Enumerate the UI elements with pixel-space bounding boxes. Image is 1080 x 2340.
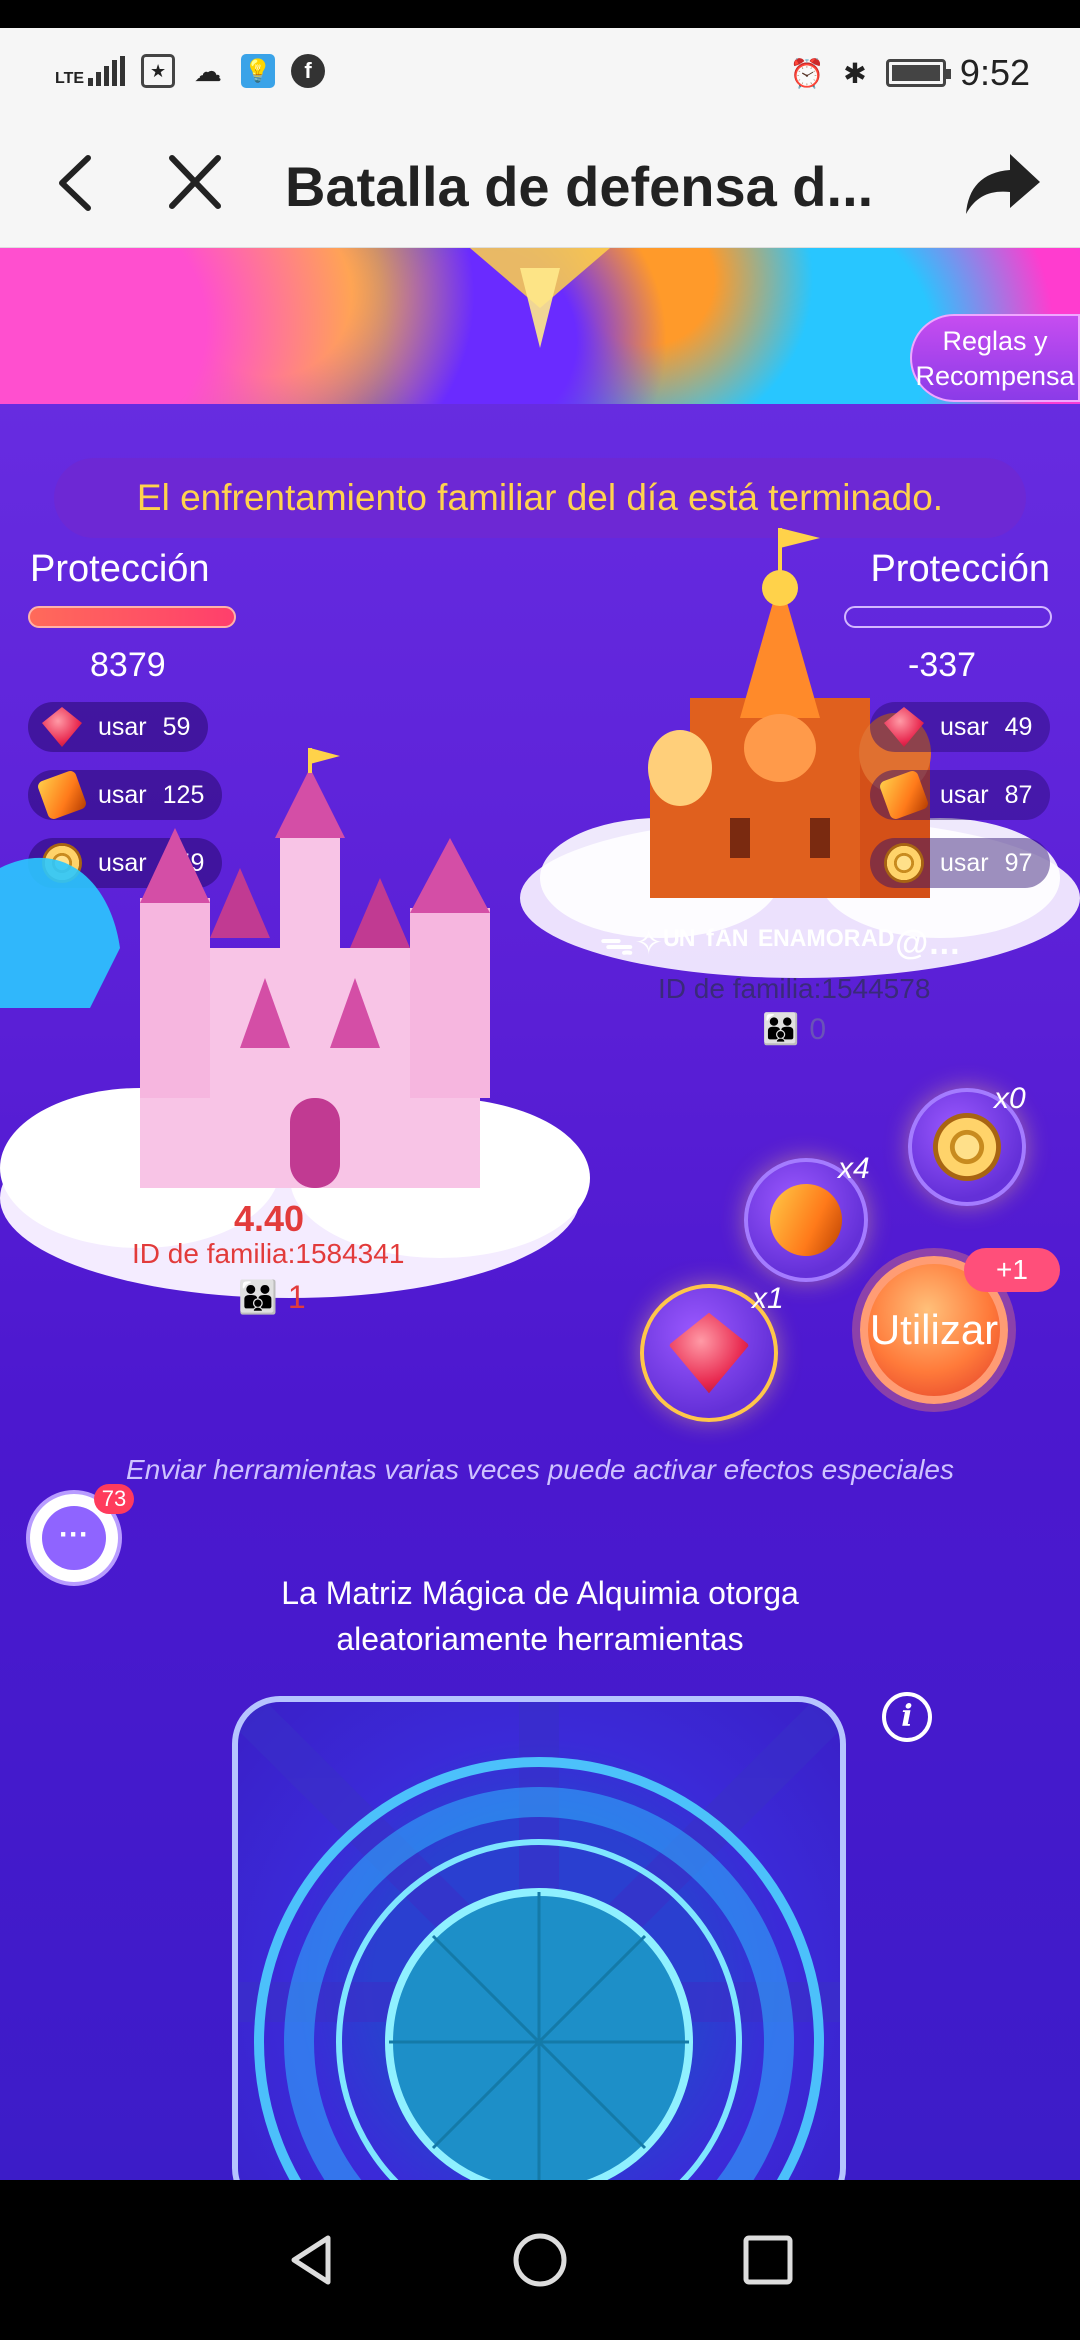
left-family-id: ID de familia:1584341 — [132, 1238, 405, 1269]
home-circle-icon[interactable] — [508, 2228, 572, 2292]
back-triangle-icon[interactable] — [280, 2228, 344, 2292]
right-family-name: ᯓ✧ᵁᴺ ᶠᴬᴺ ᴱᴺᴬᴹᴼᴿᴬᴰ@... — [600, 924, 961, 962]
left-tool-gem: usar 59 — [28, 702, 209, 752]
matrix-title: La Matriz Mágica de Alquimia otorga alea… — [0, 1570, 1080, 1662]
gem-count: x1 — [752, 1282, 784, 1315]
facebook-icon: f — [291, 54, 326, 88]
network-type-label: LTE — [55, 70, 85, 87]
rules-rewards-button[interactable]: Reglas y Recompensa — [910, 314, 1080, 402]
game-content: Reglas y Recompensa El enfrentamiento fa… — [0, 248, 1080, 2180]
ball-icon — [932, 1112, 1002, 1182]
book-icon — [759, 1173, 853, 1267]
alarm-icon: ⏰ — [789, 57, 825, 89]
system-nav-bar — [0, 2180, 1080, 2340]
ball-icon — [884, 843, 924, 883]
members-icon: 👪 — [762, 1013, 800, 1046]
gem-icon — [668, 1312, 750, 1394]
rules-button-line2: Recompensa — [915, 361, 1075, 391]
book-count: x4 — [838, 1152, 870, 1185]
tool-count: 97 — [1004, 848, 1033, 877]
chat-bubble-icon: ··· — [42, 1506, 106, 1570]
tool-label: usar — [98, 712, 147, 741]
rules-button-line1: Reglas y — [942, 326, 1048, 356]
left-protection-bar — [28, 606, 236, 628]
gem-icon — [42, 707, 82, 747]
left-protection-score: 8379 — [90, 646, 166, 684]
gem-icon — [884, 707, 924, 747]
left-family-score: 4.40 — [234, 1198, 305, 1239]
right-members: 👪 0 — [762, 1012, 826, 1047]
app-notification-icon: ★ — [141, 54, 176, 88]
left-castle-image — [0, 748, 590, 1298]
right-tool-gem: usar 49 — [870, 702, 1051, 752]
tool-label: usar — [940, 848, 989, 877]
magic-circle-image — [238, 1702, 840, 2180]
members-icon: 👪 — [238, 1279, 278, 1315]
left-members-count: 1 — [287, 1278, 306, 1315]
recents-square-icon[interactable] — [736, 2228, 800, 2292]
nav-bar: Batalla de defensa d... — [0, 120, 1080, 248]
right-tool-ball: usar 97 — [870, 838, 1051, 888]
battery-icon — [885, 59, 951, 87]
tool-count: 59 — [162, 712, 191, 741]
share-icon[interactable] — [960, 144, 1044, 224]
book-icon — [878, 769, 930, 821]
left-members: 👪 1 — [238, 1278, 306, 1316]
right-members-count: 0 — [809, 1012, 827, 1046]
alchemy-matrix[interactable] — [232, 1696, 846, 2180]
use-badge: +1 — [964, 1248, 1060, 1292]
left-protection-label: Protección — [30, 548, 210, 590]
status-bar: LTE ★ ☁ 💡 f ⏰ ✱ 9:52 — [0, 28, 1080, 120]
tool-count: 49 — [1004, 712, 1033, 741]
close-icon[interactable] — [160, 144, 230, 220]
matrix-title-line2: aleatoriamente herramientas — [336, 1621, 744, 1657]
tool-label: usar — [940, 712, 989, 741]
tool-count: 87 — [1004, 780, 1033, 809]
ball-count: x0 — [994, 1082, 1026, 1115]
signal-icon — [88, 56, 126, 86]
bluetooth-icon: ✱ — [843, 57, 867, 89]
network-indicator: LTE — [55, 56, 126, 87]
clock: 9:52 — [959, 52, 1030, 93]
lightbulb-icon: 💡 — [241, 54, 276, 88]
right-family-id: ID de familia:1544578 — [658, 973, 931, 1004]
right-tool-book: usar 87 — [870, 769, 1051, 821]
matrix-title-line1: La Matriz Mágica de Alquimia otorga — [281, 1575, 799, 1611]
tool-label: usar — [940, 780, 989, 809]
cloud-icon: ☁ — [194, 55, 223, 87]
chat-badge: 73 — [94, 1484, 134, 1514]
page-title: Batalla de defensa d... — [285, 155, 874, 218]
info-icon[interactable]: i — [882, 1692, 932, 1742]
chevron-left-icon[interactable] — [48, 148, 108, 218]
hint-text: Enviar herramientas varias veces puede a… — [126, 1454, 954, 1485]
top-black-strip — [0, 0, 1080, 28]
